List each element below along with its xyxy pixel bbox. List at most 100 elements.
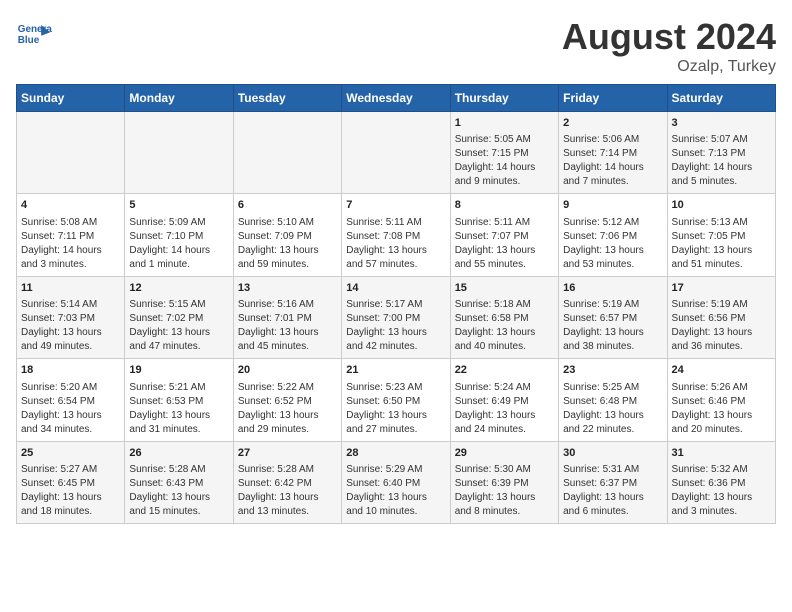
day-number: 13	[238, 281, 337, 296]
day-info: Sunrise: 5:23 AM Sunset: 6:50 PM Dayligh…	[346, 381, 445, 437]
day-number: 27	[238, 446, 337, 461]
col-header-saturday: Saturday	[667, 85, 775, 112]
col-header-monday: Monday	[125, 85, 233, 112]
calendar-cell: 8Sunrise: 5:11 AM Sunset: 7:07 PM Daylig…	[450, 194, 558, 276]
calendar-cell: 18 Sunrise: 5:20 AM Sunset: 6:54 PM Dayli…	[17, 359, 125, 441]
day-number: 4	[21, 198, 120, 213]
calendar-cell: 29 Sunrise: 5:30 AM Sunset: 6:39 PM Dayli…	[450, 441, 558, 523]
day-info: Sunrise: 5:13 AM Sunset: 7:05 PM Dayligh…	[672, 216, 771, 272]
day-number: 28	[346, 446, 445, 461]
day-number: 9	[563, 198, 662, 213]
logo-icon: General Blue	[16, 16, 52, 52]
calendar-cell: 13 Sunrise: 5:16 AM Sunset: 7:01 PM Dayli…	[233, 276, 341, 358]
day-number: 18	[21, 363, 120, 378]
calendar-cell: 16 Sunrise: 5:19 AM Sunset: 6:57 PM Dayli…	[559, 276, 667, 358]
day-number: 26	[129, 446, 228, 461]
day-info: Sunrise: 5:19 AM Sunset: 6:56 PM Dayligh…	[672, 298, 771, 354]
day-number: 22	[455, 363, 554, 378]
day-info: Sunrise: 5:16 AM Sunset: 7:01 PM Dayligh…	[238, 298, 337, 354]
calendar-cell: 10 Sunrise: 5:13 AM Sunset: 7:05 PM Dayli…	[667, 194, 775, 276]
week-row-1: 1 Sunrise: 5:05 AM Sunset: 7:15 PM Daylig…	[17, 112, 776, 194]
calendar-cell: 24 Sunrise: 5:26 AM Sunset: 6:46 PM Dayli…	[667, 359, 775, 441]
calendar-cell: 26 Sunrise: 5:28 AM Sunset: 6:43 PM Dayli…	[125, 441, 233, 523]
day-info: Sunrise: 5:06 AM Sunset: 7:14 PM Dayligh…	[563, 133, 662, 189]
calendar-cell: 7 Sunrise: 5:11 AM Sunset: 7:08 PM Daylig…	[342, 194, 450, 276]
day-number: 7	[346, 198, 445, 213]
header-row: SundayMondayTuesdayWednesdayThursdayFrid…	[17, 85, 776, 112]
day-info: Sunrise: 5:11 AM Sunset: 7:08 PM Dayligh…	[346, 216, 445, 272]
day-number: 15	[455, 281, 554, 296]
day-info: Sunrise: 5:05 AM Sunset: 7:15 PM Dayligh…	[455, 133, 554, 189]
calendar-cell: 1 Sunrise: 5:05 AM Sunset: 7:15 PM Daylig…	[450, 112, 558, 194]
day-info: Sunrise: 5:28 AM Sunset: 6:43 PM Dayligh…	[129, 463, 228, 519]
calendar-cell: 17 Sunrise: 5:19 AM Sunset: 6:56 PM Dayli…	[667, 276, 775, 358]
day-info: Sunrise: 5:24 AM Sunset: 6:49 PM Dayligh…	[455, 381, 554, 437]
day-number: 12	[129, 281, 228, 296]
col-header-friday: Friday	[559, 85, 667, 112]
day-info: Sunrise: 5:21 AM Sunset: 6:53 PM Dayligh…	[129, 381, 228, 437]
day-info: Sunrise: 5:29 AM Sunset: 6:40 PM Dayligh…	[346, 463, 445, 519]
day-number: 30	[563, 446, 662, 461]
calendar-cell: 25Sunrise: 5:27 AM Sunset: 6:45 PM Dayli…	[17, 441, 125, 523]
calendar-cell: 27 Sunrise: 5:28 AM Sunset: 6:42 PM Dayli…	[233, 441, 341, 523]
day-info: Sunrise: 5:22 AM Sunset: 6:52 PM Dayligh…	[238, 381, 337, 437]
col-header-thursday: Thursday	[450, 85, 558, 112]
day-info: Sunrise: 5:19 AM Sunset: 6:57 PM Dayligh…	[563, 298, 662, 354]
subtitle: Ozalp, Turkey	[562, 58, 776, 76]
calendar-cell: 2 Sunrise: 5:06 AM Sunset: 7:14 PM Daylig…	[559, 112, 667, 194]
calendar-cell	[17, 112, 125, 194]
day-number: 8	[455, 198, 554, 213]
day-info: Sunrise: 5:26 AM Sunset: 6:46 PM Dayligh…	[672, 381, 771, 437]
main-title: August 2024	[562, 16, 776, 58]
calendar-cell: 20Sunrise: 5:22 AM Sunset: 6:52 PM Dayli…	[233, 359, 341, 441]
day-number: 25	[21, 446, 120, 461]
calendar-cell: 6Sunrise: 5:10 AM Sunset: 7:09 PM Daylig…	[233, 194, 341, 276]
day-number: 10	[672, 198, 771, 213]
logo: General Blue	[16, 16, 52, 52]
day-number: 11	[21, 281, 120, 296]
day-number: 31	[672, 446, 771, 461]
title-block: August 2024 Ozalp, Turkey	[562, 16, 776, 76]
day-number: 1	[455, 116, 554, 131]
calendar-cell: 12 Sunrise: 5:15 AM Sunset: 7:02 PM Dayli…	[125, 276, 233, 358]
day-number: 19	[129, 363, 228, 378]
calendar-cell: 19 Sunrise: 5:21 AM Sunset: 6:53 PM Dayli…	[125, 359, 233, 441]
day-info: Sunrise: 5:14 AM Sunset: 7:03 PM Dayligh…	[21, 298, 120, 354]
day-number: 21	[346, 363, 445, 378]
day-info: Sunrise: 5:20 AM Sunset: 6:54 PM Dayligh…	[21, 381, 120, 437]
day-info: Sunrise: 5:09 AM Sunset: 7:10 PM Dayligh…	[129, 216, 228, 272]
page-header: General Blue August 2024 Ozalp, Turkey	[16, 16, 776, 76]
day-info: Sunrise: 5:08 AM Sunset: 7:11 PM Dayligh…	[21, 216, 120, 272]
calendar-cell: 4 Sunrise: 5:08 AM Sunset: 7:11 PM Daylig…	[17, 194, 125, 276]
day-number: 2	[563, 116, 662, 131]
day-number: 5	[129, 198, 228, 213]
col-header-tuesday: Tuesday	[233, 85, 341, 112]
day-number: 16	[563, 281, 662, 296]
calendar-cell: 30Sunrise: 5:31 AM Sunset: 6:37 PM Dayli…	[559, 441, 667, 523]
day-number: 17	[672, 281, 771, 296]
calendar-table: SundayMondayTuesdayWednesdayThursdayFrid…	[16, 84, 776, 524]
week-row-3: 11 Sunrise: 5:14 AM Sunset: 7:03 PM Dayli…	[17, 276, 776, 358]
calendar-cell: 22 Sunrise: 5:24 AM Sunset: 6:49 PM Dayli…	[450, 359, 558, 441]
calendar-cell: 28 Sunrise: 5:29 AM Sunset: 6:40 PM Dayli…	[342, 441, 450, 523]
week-row-5: 25Sunrise: 5:27 AM Sunset: 6:45 PM Dayli…	[17, 441, 776, 523]
day-number: 6	[238, 198, 337, 213]
day-info: Sunrise: 5:15 AM Sunset: 7:02 PM Dayligh…	[129, 298, 228, 354]
calendar-cell: 21 Sunrise: 5:23 AM Sunset: 6:50 PM Dayli…	[342, 359, 450, 441]
day-info: Sunrise: 5:07 AM Sunset: 7:13 PM Dayligh…	[672, 133, 771, 189]
day-number: 24	[672, 363, 771, 378]
col-header-sunday: Sunday	[17, 85, 125, 112]
day-info: Sunrise: 5:25 AM Sunset: 6:48 PM Dayligh…	[563, 381, 662, 437]
calendar-cell: 9 Sunrise: 5:12 AM Sunset: 7:06 PM Daylig…	[559, 194, 667, 276]
day-info: Sunrise: 5:30 AM Sunset: 6:39 PM Dayligh…	[455, 463, 554, 519]
day-number: 29	[455, 446, 554, 461]
week-row-2: 4 Sunrise: 5:08 AM Sunset: 7:11 PM Daylig…	[17, 194, 776, 276]
day-info: Sunrise: 5:18 AM Sunset: 6:58 PM Dayligh…	[455, 298, 554, 354]
day-info: Sunrise: 5:28 AM Sunset: 6:42 PM Dayligh…	[238, 463, 337, 519]
day-info: Sunrise: 5:12 AM Sunset: 7:06 PM Dayligh…	[563, 216, 662, 272]
day-number: 14	[346, 281, 445, 296]
calendar-cell	[125, 112, 233, 194]
day-info: Sunrise: 5:17 AM Sunset: 7:00 PM Dayligh…	[346, 298, 445, 354]
col-header-wednesday: Wednesday	[342, 85, 450, 112]
calendar-cell: 5 Sunrise: 5:09 AM Sunset: 7:10 PM Daylig…	[125, 194, 233, 276]
